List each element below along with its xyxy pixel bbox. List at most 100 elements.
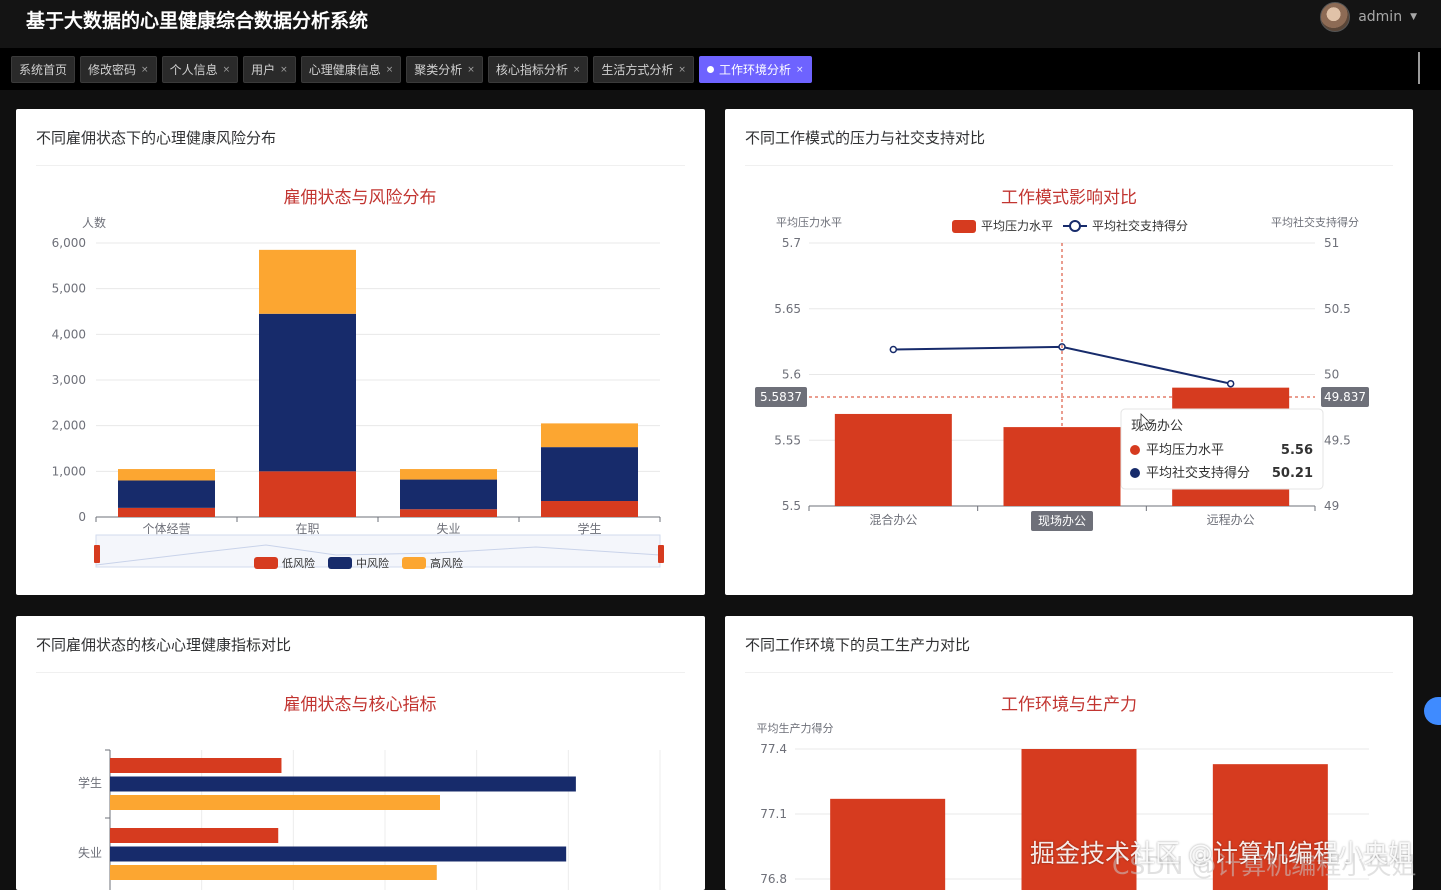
chart-title: 工作模式影响对比: [1001, 188, 1137, 208]
tooltip-row-value: 50.21: [1272, 466, 1313, 481]
y-tick-label-left: 5.6: [782, 368, 801, 382]
workmode-chart: 工作模式影响对比平均压力水平 平均社交支持得分平均压力水平 平均社交支持得分5.55…: [755, 188, 1369, 531]
bar-中风险: [259, 313, 356, 472]
tooltip-title: 现场办公: [1131, 419, 1183, 434]
bar-高风险: [541, 423, 638, 448]
tab-label: 核心指标分析: [495, 63, 568, 77]
tab-7[interactable]: 生活方式分析 ×: [593, 56, 694, 83]
legend-swatch: [254, 557, 278, 569]
user-menu[interactable]: admin ▼: [1320, 2, 1417, 32]
tab-label: 修改密码: [88, 63, 137, 77]
watermark-juejin: 掘金技术社区 @计算机编程小央姐: [1030, 839, 1413, 868]
close-icon[interactable]: ×: [796, 65, 804, 75]
tabs: 系统首页 修改密码 × 个人信息 × 用户 × 心理健康信息 × 聚类分析 × 核心指标分析 × 生活方式…: [11, 56, 812, 83]
close-icon[interactable]: ×: [280, 65, 288, 75]
legend-label: 低风险: [282, 556, 315, 570]
close-icon[interactable]: ×: [223, 65, 231, 75]
tab-label: 心理健康信息: [308, 63, 381, 77]
y-tick-label-right: 51: [1324, 236, 1339, 250]
tab-label: 系统首页: [19, 63, 68, 77]
tab-bar: 系统首页 修改密码 × 个人信息 × 用户 × 心理健康信息 × 聚类分析 × 核心指标分析 × 生活方式…: [0, 48, 1441, 90]
bar-中风险: [400, 479, 497, 510]
tooltip-row-name: 平均压力水平: [1146, 443, 1224, 458]
bar-高风险: [118, 469, 215, 481]
bar-productivity: [830, 798, 946, 890]
legend-marker: [1069, 220, 1081, 232]
y-tick-label-left: 5.7: [782, 236, 801, 250]
tab-3[interactable]: 用户 ×: [243, 56, 296, 83]
hbar: [110, 795, 440, 810]
y-tick-label: 1,000: [52, 464, 86, 478]
app-header: 基于大数据的心里健康综合数据分析系统 admin ▼: [0, 0, 1441, 48]
legend-swatch: [328, 557, 352, 569]
y-tick-label-right: 50.5: [1324, 302, 1351, 316]
y-tick-label: 4,000: [52, 327, 86, 341]
bar-stress: [834, 413, 952, 506]
user-name[interactable]: admin: [1358, 9, 1402, 25]
x-tick-label: 混合办公: [869, 512, 917, 527]
tab-8[interactable]: 工作环境分析 ×: [698, 56, 812, 83]
x-tick-label: 学生: [577, 521, 601, 536]
risk-chart: 雇佣状态与风险分布人数 0 1,000 2,000 3,000 4,000 5,000 6,0…: [52, 188, 664, 570]
legend-swatch: [402, 557, 426, 569]
y-tick-label-right: 49.5: [1324, 433, 1351, 447]
tab-0[interactable]: 系统首页: [11, 56, 76, 83]
legend-label: 中风险: [356, 556, 389, 570]
y-axis-label: 人数: [82, 215, 106, 230]
hbar: [110, 846, 567, 862]
panel-core-indicators: 不同雇佣状态的核心心理健康指标对比 雇佣状态与核心指标 学生 失业: [16, 616, 705, 890]
x-tick-label: 失业: [436, 521, 460, 536]
close-icon[interactable]: ×: [678, 65, 686, 75]
close-icon[interactable]: ×: [573, 65, 581, 75]
panel-risk-distribution: 不同雇佣状态下的心理健康风险分布 雇佣状态与风险分布 人数 0 1,000 2,000 3…: [16, 109, 705, 595]
bar-低风险: [541, 501, 638, 517]
axis-pointer-left-label: 5.5837: [760, 390, 802, 404]
bar-高风险: [400, 469, 497, 480]
caret-down-icon[interactable]: ▼: [1410, 12, 1417, 22]
chart-title: 雇佣状态与核心指标: [284, 695, 437, 715]
close-icon[interactable]: ×: [141, 65, 149, 75]
close-icon[interactable]: ×: [386, 65, 394, 75]
bar-高风险: [259, 249, 356, 314]
y-tick-label: 77.4: [760, 742, 787, 756]
axis-pointer-x-label: 现场办公: [1038, 513, 1086, 528]
y-axis-label-right: 平均社交支持得分: [1271, 215, 1359, 229]
legend-swatch: [952, 220, 976, 233]
side-toggle-button[interactable]: [1424, 697, 1441, 725]
tab-6[interactable]: 核心指标分析 ×: [487, 56, 589, 83]
y-tick-label: 学生: [78, 775, 102, 790]
y-tick-label-right: 50: [1324, 368, 1339, 382]
legend-label: 高风险: [430, 556, 463, 570]
close-icon[interactable]: ×: [467, 65, 475, 75]
tabbar-divider: [1418, 52, 1420, 84]
datazoom-handle-right: [658, 545, 664, 563]
bar-低风险: [259, 471, 356, 517]
y-tick-label: 5,000: [52, 282, 86, 296]
avatar[interactable]: [1320, 2, 1351, 32]
y-tick-label: 6,000: [52, 236, 86, 250]
tab-1[interactable]: 修改密码 ×: [80, 56, 157, 83]
tab-2[interactable]: 个人信息 ×: [161, 56, 239, 83]
y-tick-label-right: 49: [1324, 499, 1339, 513]
y-tick-label: 76.8: [760, 872, 787, 886]
y-tick-label: 3,000: [52, 373, 86, 387]
chart-title: 工作环境与生产力: [1001, 695, 1137, 715]
hbar: [110, 865, 437, 880]
tab-4[interactable]: 心理健康信息 ×: [300, 56, 402, 83]
legend-label: 平均压力水平: [981, 219, 1053, 233]
tooltip-marker: [1130, 468, 1140, 478]
core-chart: 雇佣状态与核心指标学生失业: [78, 695, 661, 890]
bar-中风险: [118, 480, 215, 508]
y-axis-label: 平均生产力得分: [757, 721, 834, 735]
line-point: [1226, 379, 1235, 388]
datazoom-handle-left: [94, 545, 100, 563]
legend-label: 平均社交支持得分: [1092, 218, 1188, 233]
y-tick-label: 77.1: [760, 807, 787, 821]
tab-5[interactable]: 聚类分析 ×: [406, 56, 483, 83]
line-point: [889, 345, 898, 354]
axis-pointer-right-label: 49.837: [1324, 390, 1366, 404]
bar-中风险: [541, 447, 638, 502]
tooltip-row-name: 平均社交支持得分: [1146, 465, 1250, 481]
x-tick-label: 在职: [295, 522, 319, 536]
y-tick-label: 失业: [78, 845, 102, 860]
